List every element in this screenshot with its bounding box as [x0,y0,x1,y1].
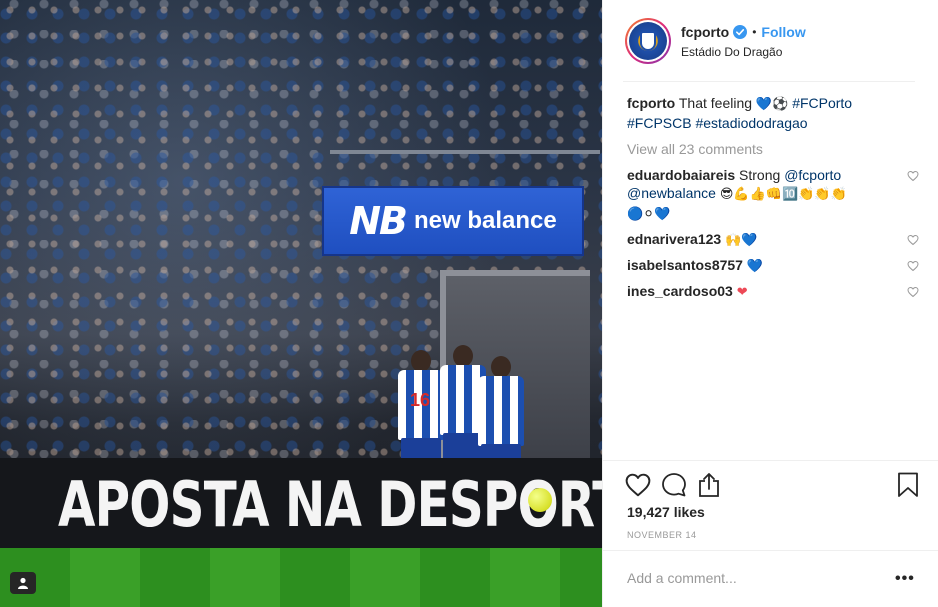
comment-bubble-icon[interactable] [661,470,697,500]
caption-emojis: 💙⚽ [755,97,789,112]
header-username[interactable]: fcporto [681,24,729,40]
new-balance-board: NB new balance [322,186,584,256]
hashtag-link[interactable]: #estadiododragao [695,115,807,131]
comment-emojis: 🙌💙 [725,233,758,248]
comment-item: eduardobaiareis Strong @fcporto @newbala… [627,166,919,224]
stand-railing [330,150,600,154]
fc-porto-crest-icon [629,22,667,60]
comment-like-heart-icon[interactable] [907,258,919,276]
divider [603,550,938,551]
comment-item: isabelsantos8757 💙 [627,256,919,276]
comment-emojis: 😎💪👍👊🔟👏👏👏 [719,187,847,202]
post-side-panel: fcporto • Follow Estádio Do Dragão fcpor… [602,0,938,607]
hashtag-link[interactable]: #FCPorto [792,95,852,111]
post-date: NOVEMBER 14 [627,530,697,540]
post-actions-bar [625,470,921,500]
add-comment-input[interactable] [627,568,867,588]
mention-link[interactable]: @newbalance [627,185,716,201]
new-balance-logo: NB [349,199,408,243]
comment-like-heart-icon[interactable] [907,232,919,250]
comment-like-heart-icon[interactable] [907,284,919,302]
shirt-number: 16 [410,390,431,410]
comment-emojis: ❤ [736,285,748,300]
divider [623,81,915,82]
comment-like-heart-icon[interactable] [907,168,919,186]
comment-emojis: 🔵⚪💙 [627,207,671,222]
comment-username[interactable]: eduardobaiareis [627,167,735,183]
bookmark-icon[interactable] [897,470,921,500]
caption: fcporto That feeling 💙⚽ #FCPorto #FCPSCB… [627,94,919,132]
avatar[interactable] [625,18,671,64]
comment-emojis: 💙 [746,259,764,274]
comment-item: ednarivera123 🙌💙 [627,230,919,250]
ad-board-text: APOSTA NA DESPORTI [58,467,602,541]
new-balance-text: new balance [414,207,557,234]
post-header: fcporto • Follow Estádio Do Dragão [603,0,938,82]
verified-badge-icon [733,24,748,39]
hashtag-link[interactable]: #FCPSCB [627,115,692,131]
divider [603,460,938,461]
follow-button[interactable]: Follow [761,24,805,40]
pitch-grass [0,548,602,607]
caption-username[interactable]: fcporto [627,95,675,111]
comment-item: ines_cardoso03 ❤ [627,282,919,302]
location-link[interactable]: Estádio Do Dragão [681,45,806,59]
mention-link[interactable]: @fcporto [784,167,841,183]
comment-username[interactable]: isabelsantos8757 [627,257,743,273]
more-options-button[interactable]: ••• [895,570,915,588]
post-photo[interactable]: NB new balance 16 APOSTA NA DESPORTI [0,0,602,607]
share-icon[interactable] [697,470,733,500]
comments-list: fcporto That feeling 💙⚽ #FCPorto #FCPSCB… [627,94,919,308]
comment-text: Strong [739,167,781,183]
advertising-board: APOSTA NA DESPORTI [0,458,602,550]
view-all-comments-link[interactable]: View all 23 comments [627,140,919,158]
comment-username[interactable]: ines_cardoso03 [627,283,733,299]
separator-dot: • [752,24,757,39]
football [528,488,552,512]
comment-username[interactable]: ednarivera123 [627,231,721,247]
likes-count[interactable]: 19,427 likes [627,504,705,520]
caption-text: That feeling [678,95,753,111]
person-icon[interactable] [10,572,36,594]
heart-icon[interactable] [625,470,661,500]
